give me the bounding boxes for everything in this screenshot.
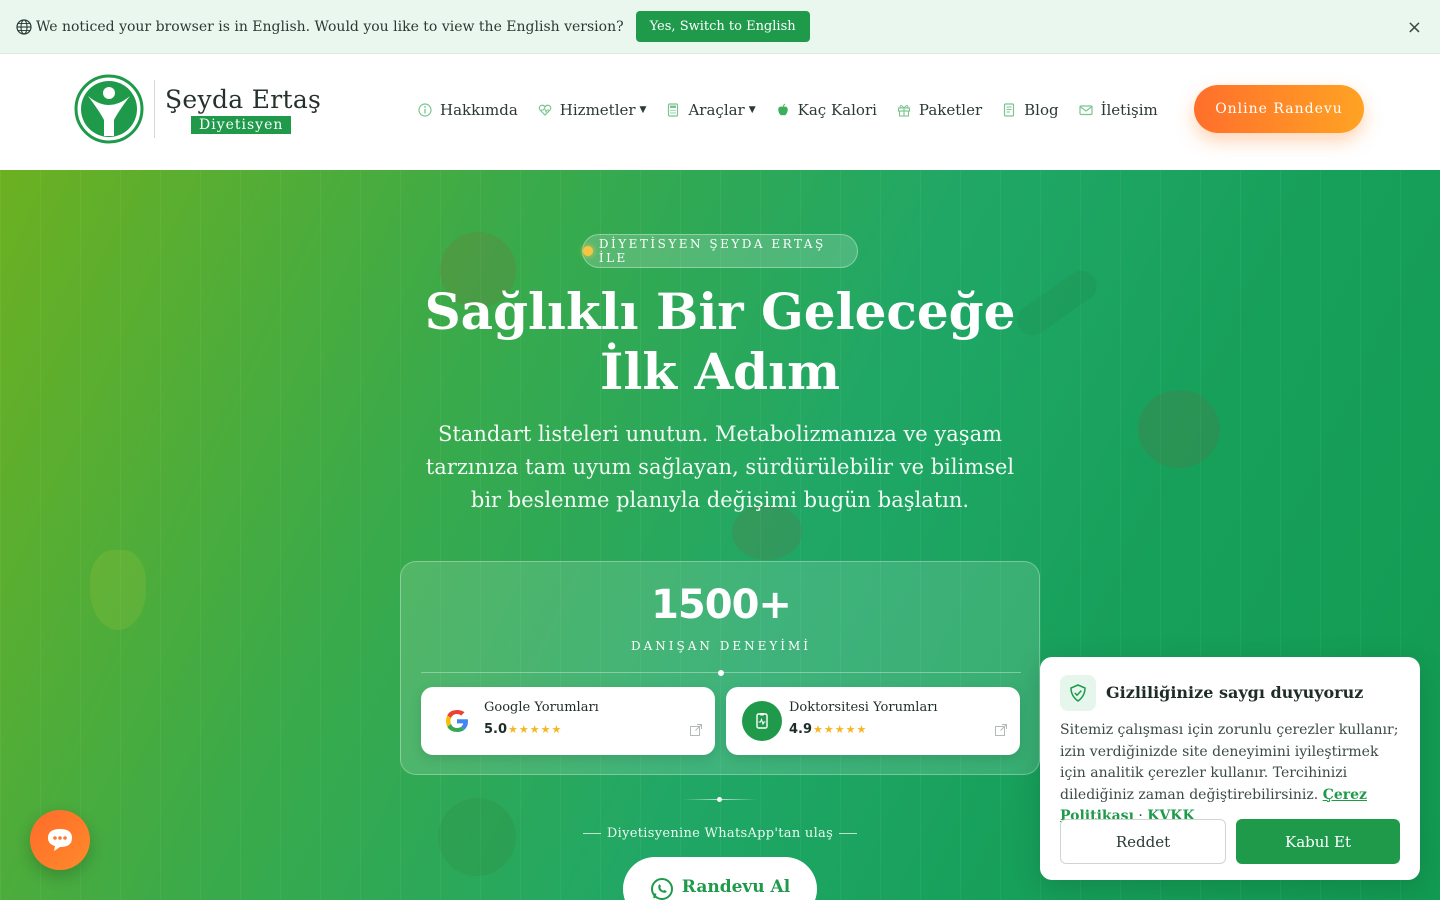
review-source-name: Doktorsitesi Yorumları [789,700,938,715]
hero-subtitle: Standart listeleri unutun. Metabolizmanı… [425,422,1015,512]
external-link-icon [995,724,1007,736]
nav-item-kac-kalori[interactable]: Kaç Kalori [776,101,877,119]
banana-decoration-icon [90,550,146,630]
nav-item-hakkimda[interactable]: Hakkımda [418,101,518,119]
reject-cookies-button[interactable]: Reddet [1060,819,1226,864]
shield-icon [1060,675,1096,711]
stats-card: 1500+ DANIŞAN DENEYİMİ Google Yorumları … [400,561,1040,775]
logo-icon [74,74,144,144]
external-link-icon [690,724,702,736]
nav-item-label: Kaç Kalori [797,101,877,119]
badge-dot-icon [583,246,593,256]
hero-title-line1: Sağlıklı Bir Geleceğe [424,282,1016,341]
google-review-card[interactable]: Google Yorumları 5.0 ★★★★★ [421,687,715,755]
heart-icon [538,104,552,116]
hero-title-line2: İlk Adım [599,342,841,401]
whatsapp-icon [650,878,673,900]
info-icon [418,103,432,117]
nav-item-paketler[interactable]: Paketler [897,101,982,119]
doktorsitesi-review-card[interactable]: Doktorsitesi Yorumları 4.9 ★★★★★ [726,687,1020,755]
chevron-down-icon: ▼ [639,105,647,115]
stats-number: 1500+ [651,582,792,628]
caption-line-right [839,833,858,834]
review-score: 4.9 [789,722,813,737]
language-banner: We noticed your browser is in English. W… [0,0,1440,54]
nav-item-blog[interactable]: Blog [1002,101,1059,119]
review-source-name: Google Yorumları [484,700,599,715]
switch-to-english-button[interactable]: Yes, Switch to English [635,11,810,42]
online-appointment-button[interactable]: Online Randevu [1194,85,1364,133]
gift-icon [897,105,910,117]
cookie-body: Sitemiz çalışması için zorunlu çerezler … [1060,720,1405,828]
globe-icon [16,18,32,35]
hero-badge-text: DİYETİSYEN ŞEYDA ERTAŞ İLE [598,237,826,265]
whatsapp-caption-text: Diyetisyenine WhatsApp'tan ulaş [606,826,834,841]
cookie-consent-dialog: Gizliliğinize saygı duyuyoruz Sitemiz ça… [1040,657,1420,880]
chat-bubble-icon [48,829,72,851]
logo-divider [154,80,155,138]
stats-divider-dot [718,670,724,676]
nav-item-hizmetler[interactable]: Hizmetler ▼ [538,101,647,119]
chevron-down-icon: ▼ [748,105,756,115]
nav-item-label: Araçlar [688,101,745,119]
main-nav: Hakkımda Hizmetler ▼ Araçlar ▼ Kaç Kalor… [418,101,1178,119]
close-icon[interactable]: × [1407,17,1422,38]
nav-item-label: Blog [1024,101,1059,119]
cookie-title: Gizliliğinize saygı duyuyoruz [1106,683,1364,702]
nav-item-label: Paketler [918,101,983,119]
star-rating-icon: ★★★★★ [508,723,563,736]
nav-item-araclar[interactable]: Araçlar ▼ [666,101,756,119]
hero-badge: DİYETİSYEN ŞEYDA ERTAŞ İLE [582,234,858,268]
language-banner-message: We noticed your browser is in English. W… [36,18,624,35]
nav-item-label: Hizmetler [559,101,636,119]
accept-cookies-button[interactable]: Kabul Et [1236,819,1400,864]
logo[interactable]: Şeyda Ertaş Diyetisyen [74,74,321,144]
stats-label: DANIŞAN DENEYİMİ [630,639,812,653]
logo-name: Şeyda Ertaş [165,84,322,114]
doktorsitesi-icon [742,701,782,741]
nav-item-label: Hakkımda [440,101,518,119]
google-icon [437,701,477,741]
section-divider-dot [717,797,722,802]
star-rating-icon: ★★★★★ [813,723,868,736]
appointment-button[interactable]: Randevu Al [623,857,817,900]
mail-icon [1078,105,1093,116]
caption-line-left [582,833,601,834]
nav-item-iletisim[interactable]: İletişim [1078,101,1158,119]
review-score: 5.0 [484,722,508,737]
calculator-icon [668,103,679,117]
site-header: Şeyda Ertaş Diyetisyen Hakkımda Hizmetle… [0,54,1440,170]
apple-icon [777,103,788,116]
chat-button[interactable] [30,810,90,870]
logo-subtitle: Diyetisyen [191,115,292,134]
hero-title: Sağlıklı Bir Geleceğe İlk Adım [0,282,1440,402]
document-icon [1004,103,1015,117]
logo-text: Şeyda Ertaş Diyetisyen [165,85,321,134]
appointment-button-label: Randevu Al [681,877,791,897]
nav-item-label: İletişim [1100,101,1158,119]
